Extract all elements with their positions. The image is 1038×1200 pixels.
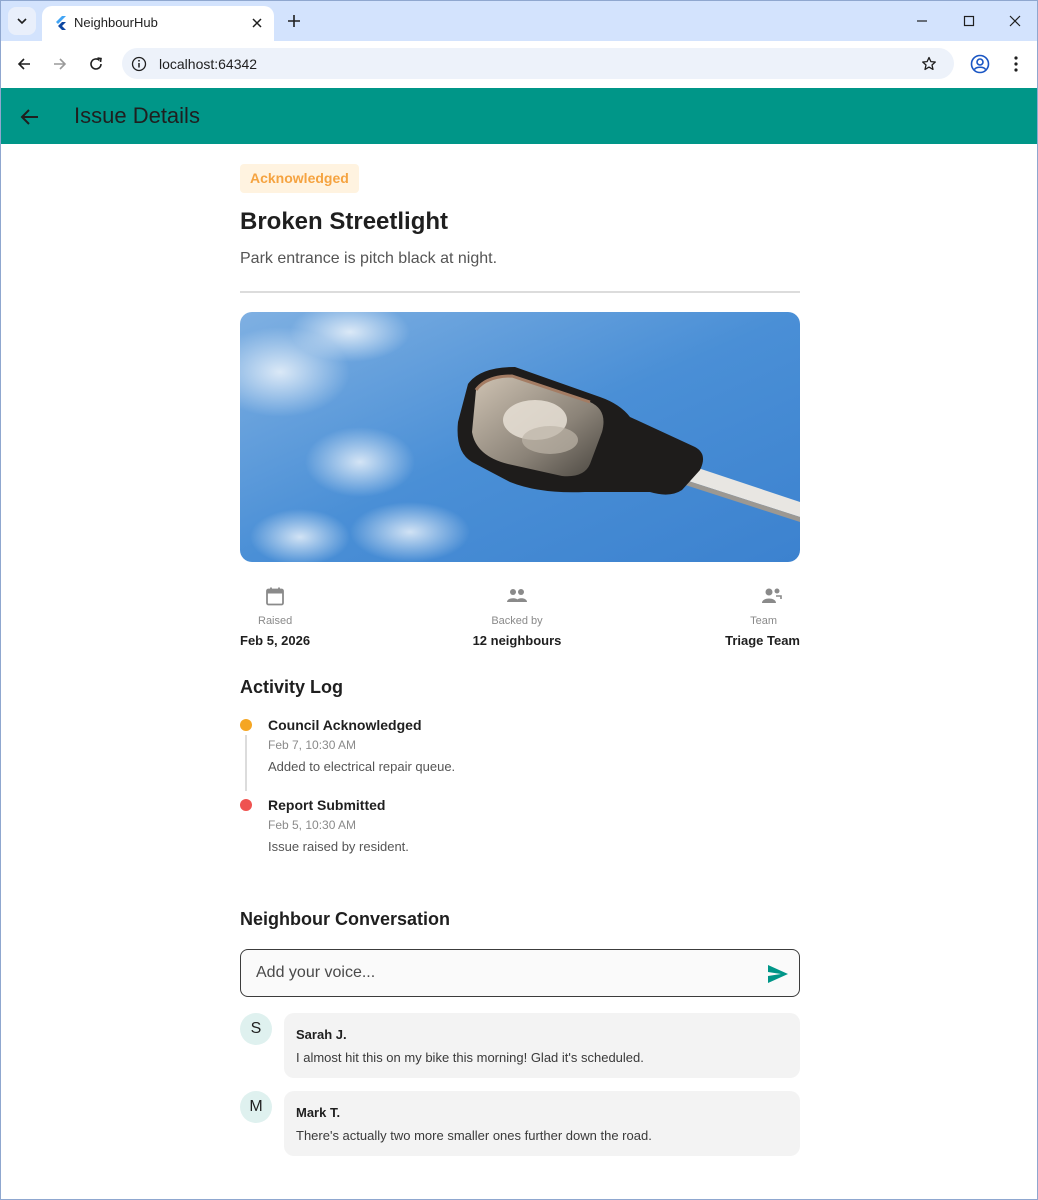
window-close-button[interactable] bbox=[1002, 9, 1028, 33]
status-dot bbox=[240, 719, 252, 731]
browser-window: NeighbourHub localhost:64342 Issue Detai… bbox=[0, 0, 1038, 1200]
flutter-icon bbox=[56, 16, 66, 30]
browser-tab[interactable]: NeighbourHub bbox=[42, 6, 274, 41]
page-title: Issue Details bbox=[74, 103, 200, 128]
arrow-left-icon bbox=[17, 58, 30, 70]
tab-title: NeighbourHub bbox=[74, 15, 158, 30]
team-icon bbox=[760, 584, 784, 608]
comment-bubble: Mark T. There's actually two more smalle… bbox=[284, 1091, 800, 1156]
stat-raised: Raised Feb 5, 2026 bbox=[240, 584, 310, 648]
stat-label: Raised bbox=[258, 615, 293, 627]
chevron-down-icon bbox=[17, 18, 27, 25]
reload-icon bbox=[90, 57, 102, 70]
avatar: S bbox=[240, 1013, 272, 1045]
browser-forward-button[interactable] bbox=[47, 51, 73, 77]
comment-text: I almost hit this on my bike this mornin… bbox=[296, 1050, 644, 1065]
minimize-button[interactable] bbox=[909, 9, 935, 33]
comment-author: Mark T. bbox=[296, 1105, 341, 1120]
calendar-icon bbox=[263, 584, 287, 608]
timeline-line bbox=[245, 735, 247, 791]
comment-field[interactable] bbox=[240, 949, 800, 997]
comment-input[interactable] bbox=[256, 962, 756, 984]
status-dot bbox=[240, 799, 252, 811]
more-vertical-icon bbox=[1014, 56, 1018, 72]
activity-title: Report Submitted bbox=[268, 797, 386, 813]
issue-title: Broken Streetlight bbox=[240, 208, 449, 235]
browser-menu-button[interactable] bbox=[1006, 53, 1026, 75]
new-tab-button[interactable] bbox=[284, 11, 304, 31]
plus-icon bbox=[288, 15, 300, 27]
profile-button[interactable] bbox=[969, 53, 991, 75]
comment-text: There's actually two more smaller ones f… bbox=[296, 1128, 652, 1143]
people-icon bbox=[505, 584, 529, 608]
close-icon bbox=[1009, 15, 1021, 27]
app-bar: Issue Details bbox=[1, 88, 1037, 144]
stat-label: Backed by bbox=[491, 615, 543, 627]
send-button[interactable] bbox=[765, 961, 791, 987]
comment-bubble: Sarah J. I almost hit this on my bike th… bbox=[284, 1013, 800, 1078]
reload-button[interactable] bbox=[83, 51, 109, 77]
address-url[interactable]: localhost:64342 bbox=[159, 56, 257, 72]
activity-title: Council Acknowledged bbox=[268, 717, 422, 733]
bookmark-button[interactable] bbox=[919, 54, 939, 74]
activity-desc: Issue raised by resident. bbox=[268, 839, 409, 854]
tab-close-button[interactable] bbox=[248, 14, 266, 32]
arrow-back-icon bbox=[20, 109, 38, 125]
stat-backers: Backed by 12 neighbours bbox=[460, 584, 574, 648]
maximize-button[interactable] bbox=[956, 9, 982, 33]
site-info-button[interactable] bbox=[130, 55, 148, 73]
streetlight-image bbox=[240, 312, 800, 562]
tab-strip: NeighbourHub bbox=[1, 1, 1037, 41]
maximize-icon bbox=[963, 15, 975, 27]
stat-team: Team Triage Team bbox=[710, 584, 800, 648]
star-icon bbox=[922, 56, 936, 71]
stat-label: Team bbox=[750, 615, 777, 627]
tab-search-button[interactable] bbox=[8, 7, 36, 35]
activity-desc: Added to electrical repair queue. bbox=[268, 759, 456, 774]
close-icon bbox=[252, 18, 262, 28]
stat-value: 12 neighbours bbox=[472, 633, 562, 648]
minimize-icon bbox=[917, 20, 927, 22]
issue-photo bbox=[240, 312, 800, 562]
send-icon bbox=[768, 965, 788, 983]
activity-log-heading: Activity Log bbox=[240, 677, 344, 697]
arrow-right-icon bbox=[54, 58, 67, 70]
status-badge: Acknowledged bbox=[240, 164, 359, 193]
account-icon bbox=[970, 54, 990, 74]
back-button[interactable] bbox=[17, 104, 43, 130]
conversation-heading: Neighbour Conversation bbox=[240, 909, 451, 929]
stat-value: Feb 5, 2026 bbox=[240, 633, 311, 648]
avatar: M bbox=[240, 1091, 272, 1123]
issue-description: Park entrance is pitch black at night. bbox=[240, 250, 498, 267]
activity-time: Feb 5, 10:30 AM bbox=[268, 818, 357, 832]
activity-time: Feb 7, 10:30 AM bbox=[268, 738, 357, 752]
stat-value: Triage Team bbox=[725, 633, 800, 648]
comment-author: Sarah J. bbox=[296, 1027, 347, 1042]
info-icon bbox=[131, 56, 147, 72]
divider bbox=[240, 291, 800, 293]
browser-back-button[interactable] bbox=[11, 51, 37, 77]
